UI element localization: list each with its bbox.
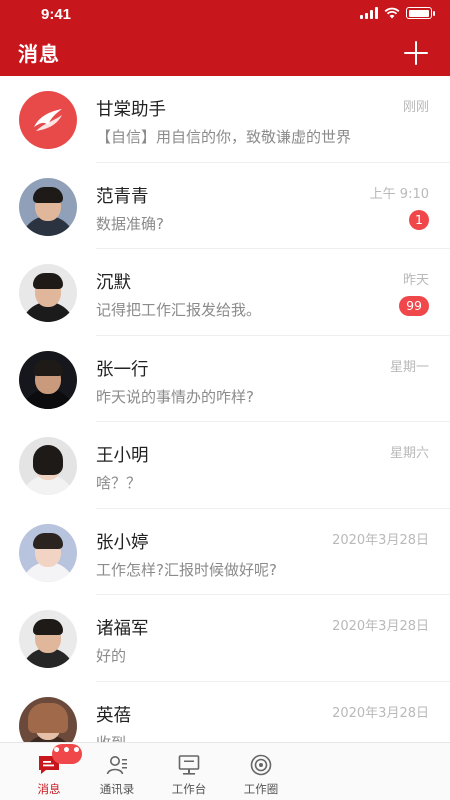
- avatar: [19, 610, 77, 668]
- avatar: [19, 177, 77, 236]
- conversation-name: 诸福军: [96, 619, 149, 639]
- unread-badge: 1: [409, 209, 429, 230]
- swan-logo-icon: [34, 109, 62, 131]
- avatar: [19, 523, 77, 582]
- tab-label: 通讯录: [99, 782, 135, 796]
- battery-icon: [406, 7, 435, 19]
- conversation-time: 2020年3月28日: [332, 705, 429, 721]
- conversation-preview: 昨天说的事情办的咋样?: [96, 387, 254, 406]
- avatar: [19, 437, 77, 495]
- conversation-name: 甘棠助手: [96, 100, 166, 120]
- avatar: [19, 350, 77, 409]
- conversation-time: 刚刚: [402, 100, 429, 115]
- conversation-item[interactable]: 甘棠助手 【自信】用自信的你，致敬谦虚的世界 刚刚: [0, 76, 450, 163]
- work-circle-icon: [250, 754, 272, 776]
- conversation-preview: 收到: [96, 732, 126, 743]
- add-icon[interactable]: [404, 41, 428, 65]
- tab-label: 工作圈: [243, 782, 279, 796]
- workbench-icon: [178, 755, 200, 775]
- conversation-item[interactable]: 诸福军 好的 2020年3月28日: [0, 595, 450, 682]
- conversation-time: 上午 9:10: [369, 186, 429, 202]
- conversation-list: 甘棠助手 【自信】用自信的你，致敬谦虚的世界 刚刚 范青青 数据准确? 上午 9…: [0, 76, 450, 742]
- conversation-time: 2020年3月28日: [332, 619, 429, 634]
- conversation-item[interactable]: 张一行 昨天说的事情办的咋样? 星期一: [0, 336, 450, 422]
- conversation-name: 王小明: [96, 446, 149, 466]
- avatar: [19, 696, 77, 742]
- tab-bar: ••• 消息 通讯录 工作台 工作圈: [0, 742, 450, 800]
- conversation-preview: 好的: [96, 647, 127, 665]
- status-time: 9:41: [41, 6, 72, 23]
- avatar: [19, 91, 77, 149]
- unread-badge: 99: [399, 296, 429, 316]
- conversation-item[interactable]: 英蓓 收到 2020年3月28日: [0, 682, 450, 743]
- tab-label: 消息: [37, 782, 61, 796]
- conversation-time: 星期一: [389, 359, 429, 375]
- conversation-name: 沉默: [96, 273, 131, 293]
- status-icons: [360, 7, 435, 19]
- wifi-icon: [384, 7, 400, 19]
- conversation-preview: 工作怎样?汇报时候做好呢?: [96, 560, 277, 579]
- conversation-name: 英蓓: [96, 705, 131, 726]
- avatar: [19, 264, 77, 322]
- contacts-icon: [106, 756, 127, 775]
- page-title: 消息: [18, 42, 60, 66]
- conversation-time: 昨天: [402, 273, 429, 288]
- tab-badge: •••: [52, 744, 82, 764]
- conversation-item[interactable]: 沉默 记得把工作汇报发给我。 昨天 99: [0, 249, 450, 336]
- tab-workbench[interactable]: 工作台: [152, 743, 226, 800]
- conversation-preview: 记得把工作汇报发给我。: [96, 301, 262, 319]
- conversation-item[interactable]: 范青青 数据准确? 上午 9:10 1: [0, 163, 450, 249]
- tab-contacts[interactable]: 通讯录: [80, 743, 154, 800]
- conversation-name: 范青青: [96, 186, 149, 207]
- header-bar: 9:41 消息: [0, 0, 450, 76]
- conversation-name: 张小婷: [96, 532, 149, 553]
- tab-work-circle[interactable]: 工作圈: [224, 743, 298, 800]
- conversation-time: 2020年3月28日: [332, 532, 429, 548]
- conversation-preview: 【自信】用自信的你，致敬谦虚的世界: [96, 128, 352, 146]
- conversation-preview: 数据准确?: [96, 214, 164, 233]
- conversation-item[interactable]: 张小婷 工作怎样?汇报时候做好呢? 2020年3月28日: [0, 509, 450, 595]
- status-bar: 9:41: [0, 0, 450, 30]
- conversation-preview: 啥？？: [96, 474, 142, 492]
- tab-messages[interactable]: ••• 消息: [12, 743, 86, 800]
- tab-label: 工作台: [171, 782, 207, 796]
- conversation-time: 星期六: [389, 446, 429, 461]
- conversation-name: 张一行: [96, 359, 149, 380]
- signal-icon: [360, 7, 378, 19]
- conversation-item[interactable]: 王小明 啥？？ 星期六: [0, 422, 450, 509]
